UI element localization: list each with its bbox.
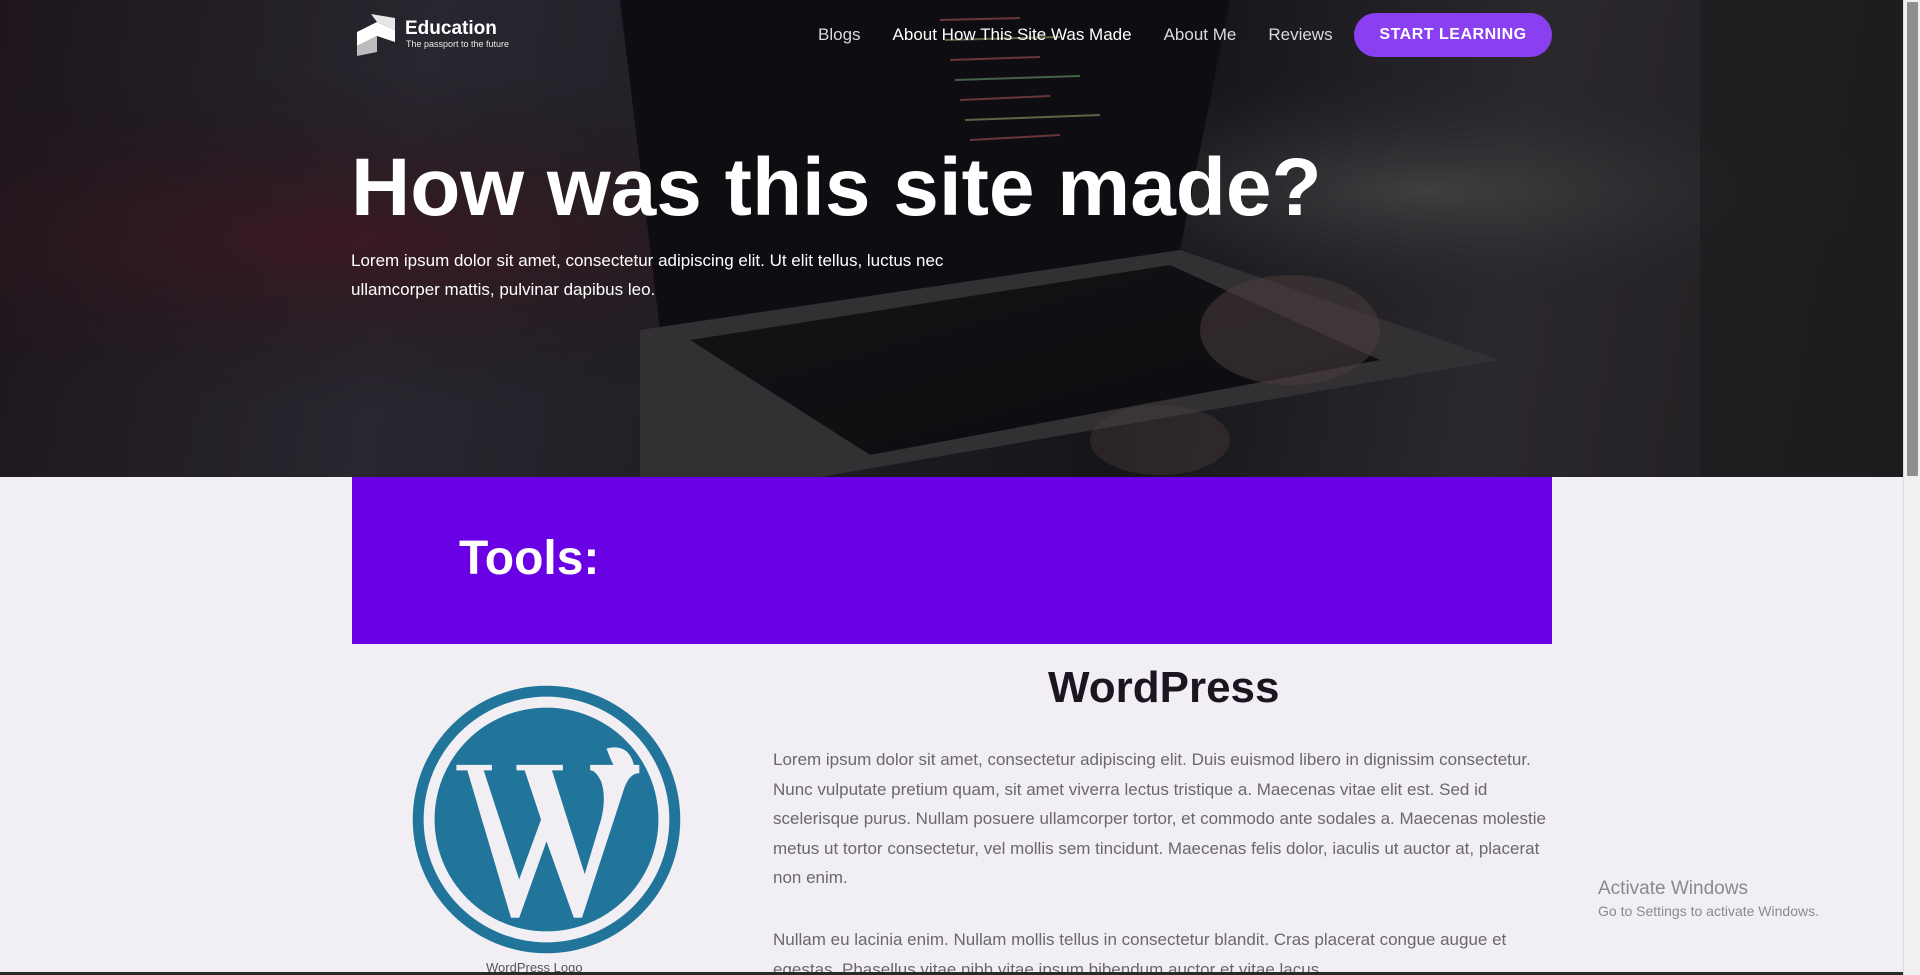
- nav-item-reviews[interactable]: Reviews: [1268, 23, 1332, 47]
- wordpress-paragraph-1: Lorem ipsum dolor sit amet, consectetur …: [773, 750, 1546, 888]
- tools-heading: Tools:: [459, 532, 600, 585]
- wordpress-paragraph-2: Nullam eu lacinia enim. Nullam mollis te…: [773, 930, 1507, 975]
- nav-item-about-me[interactable]: About Me: [1164, 23, 1237, 47]
- hero-section: Education The passport to the future Blo…: [0, 0, 1903, 477]
- hero-subtitle: Lorem ipsum dolor sit amet, consectetur …: [351, 251, 944, 299]
- watermark-subtitle: Go to Settings to activate Windows.: [1598, 903, 1819, 919]
- windows-activation-watermark: Activate Windows Go to Settings to activ…: [1598, 876, 1819, 920]
- start-learning-button[interactable]: START LEARNING: [1354, 13, 1552, 57]
- brand-name: Education: [405, 17, 497, 39]
- page-scrollbar[interactable]: [1903, 0, 1920, 975]
- scrollbar-thumb[interactable]: [1907, 2, 1918, 476]
- main-nav: Blogs About How This Site Was Made About…: [818, 23, 1365, 47]
- hero-overlay: [0, 0, 1903, 477]
- wordpress-logo-icon: [412, 685, 681, 954]
- tools-banner: Tools:: [352, 477, 1552, 644]
- page-title: How was this site made?: [351, 142, 1322, 233]
- brand-tagline: The passport to the future: [406, 38, 510, 49]
- site-logo[interactable]: Education The passport to the future: [351, 12, 509, 56]
- education-logo-icon: [357, 14, 395, 56]
- wordpress-heading: WordPress: [1048, 663, 1280, 712]
- nav-item-about-site[interactable]: About How This Site Was Made: [893, 23, 1132, 47]
- watermark-title: Activate Windows: [1598, 878, 1748, 899]
- nav-item-blogs[interactable]: Blogs: [818, 23, 861, 47]
